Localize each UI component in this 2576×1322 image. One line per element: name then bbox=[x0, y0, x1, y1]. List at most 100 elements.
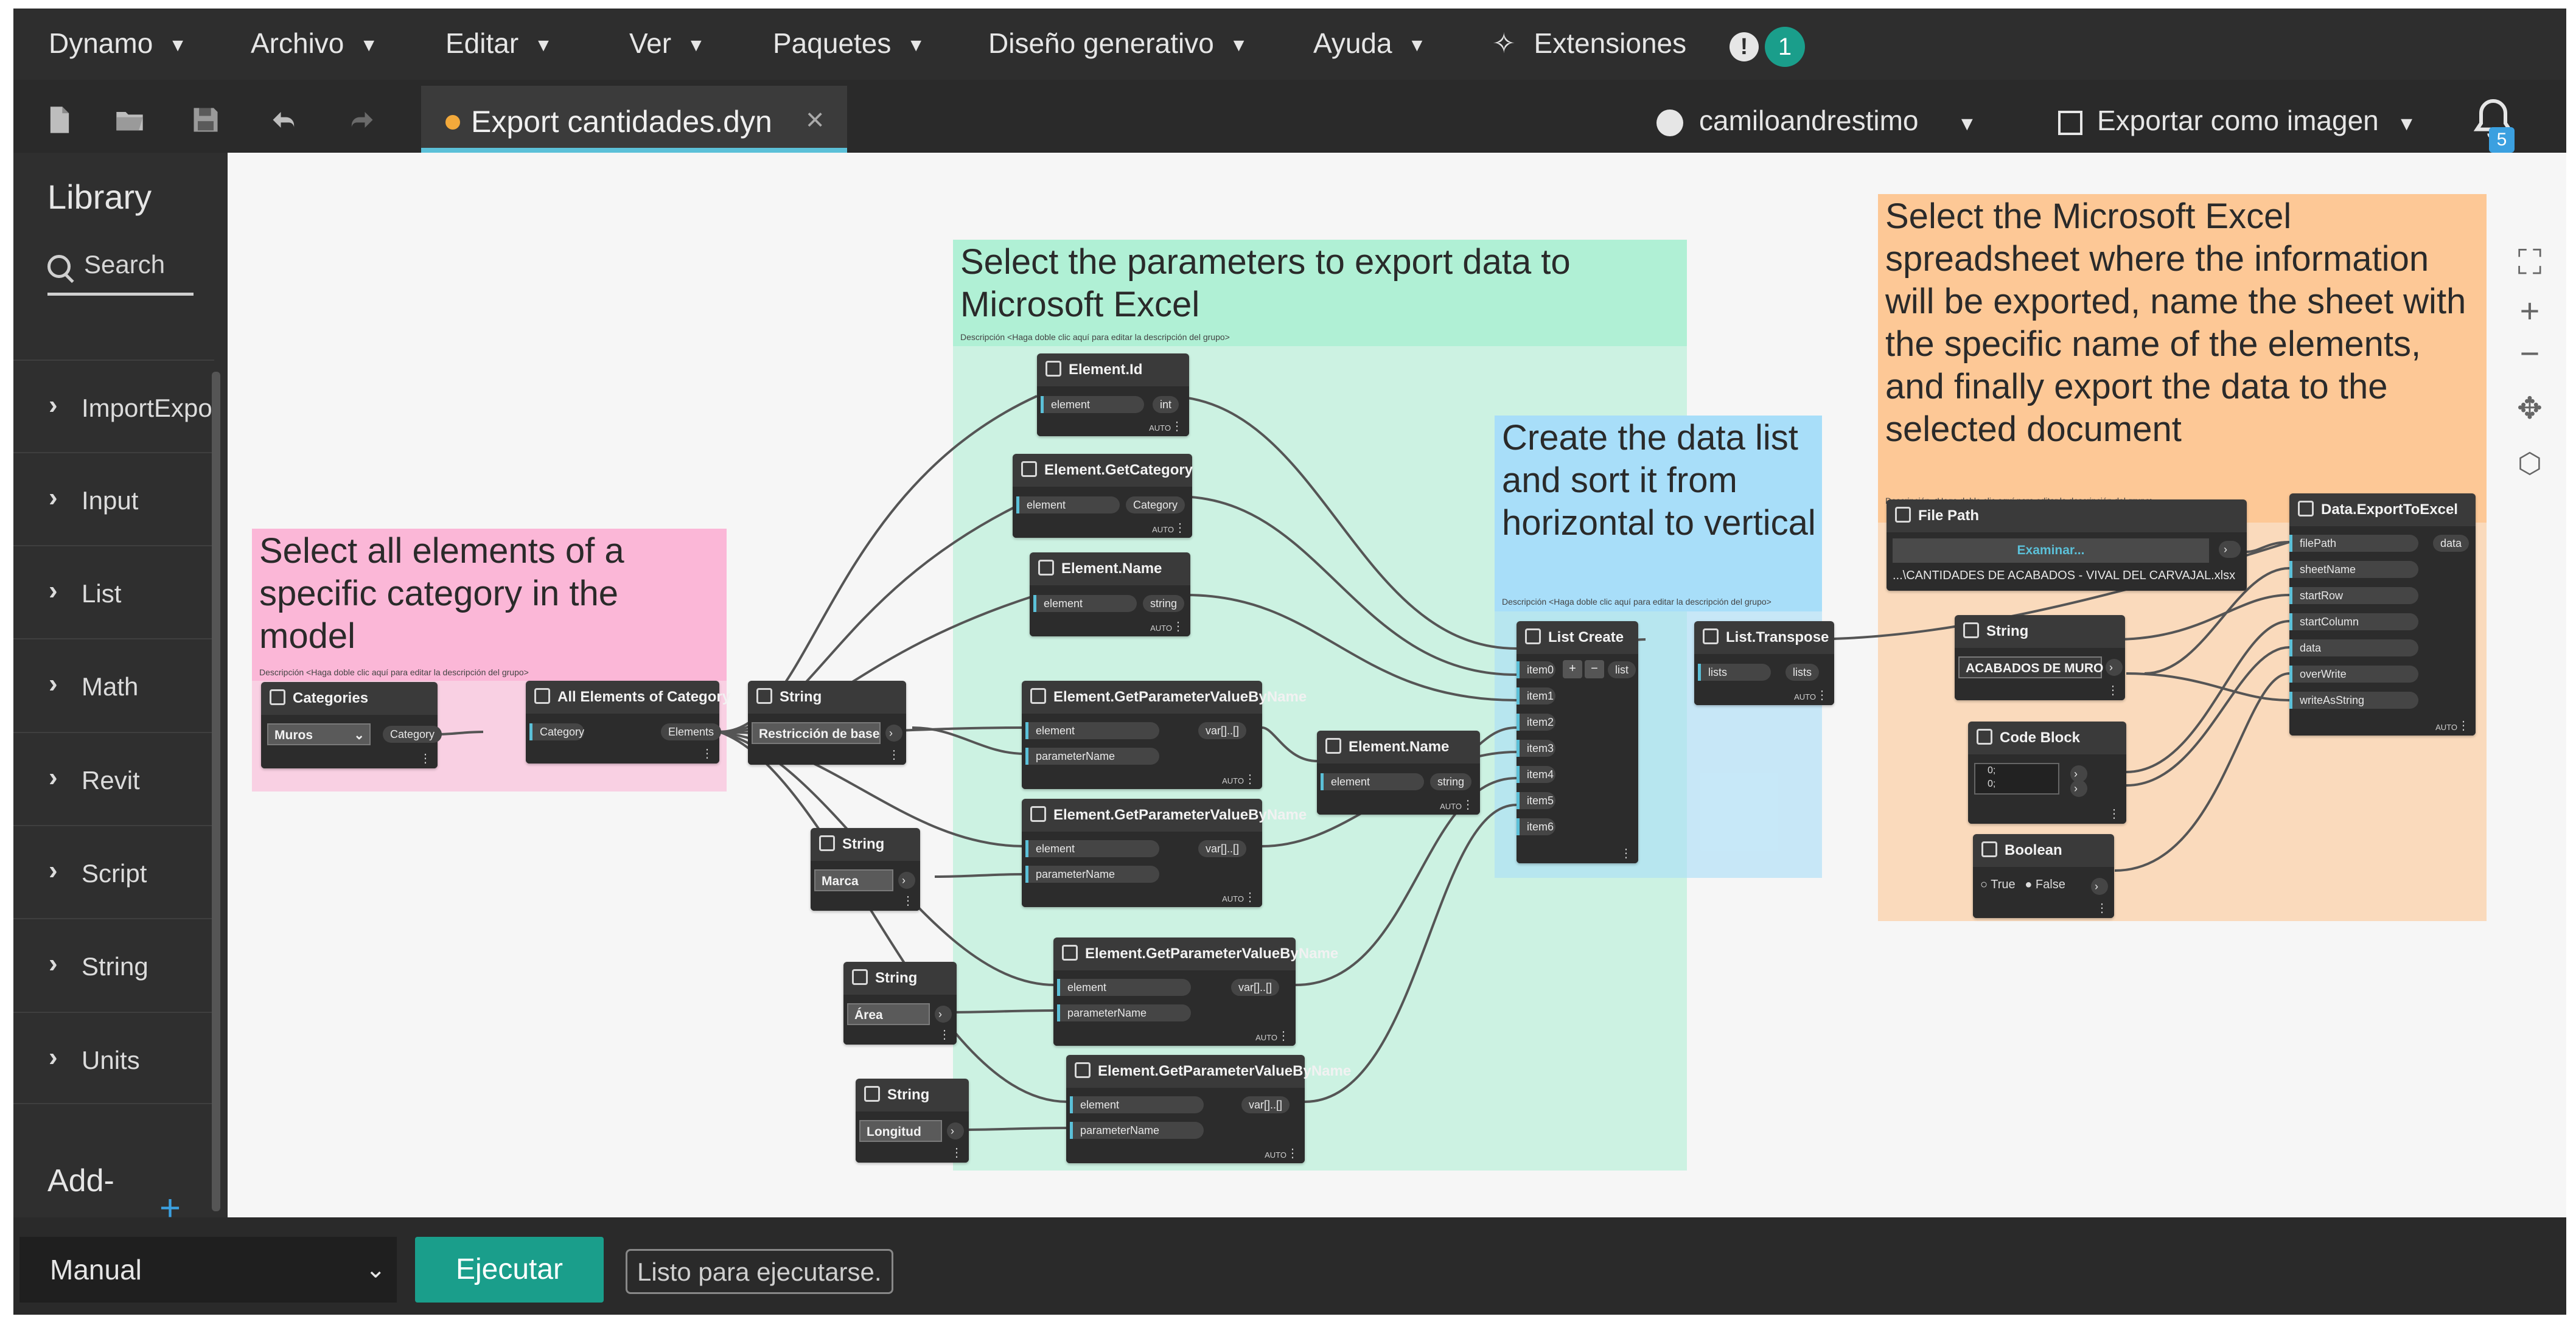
more-icon[interactable]: ⋮ bbox=[2107, 683, 2119, 698]
output-port[interactable]: › bbox=[2219, 541, 2241, 558]
user-menu[interactable]: camiloandrestimo ▼ bbox=[1656, 104, 1977, 137]
input-port[interactable]: element bbox=[1070, 1096, 1204, 1113]
input-port[interactable]: item0 bbox=[1517, 661, 1555, 678]
input-port[interactable]: item5 bbox=[1517, 792, 1555, 809]
input-port[interactable]: filePath bbox=[2289, 535, 2418, 552]
output-port[interactable]: string bbox=[1430, 773, 1472, 790]
output-port[interactable]: Category bbox=[383, 726, 442, 743]
more-icon[interactable]: ⋮ bbox=[902, 893, 914, 908]
string-input[interactable]: Restricción de base bbox=[752, 722, 881, 744]
category-dropdown[interactable]: Muros ⌄ bbox=[267, 723, 371, 745]
input-port[interactable]: writeAsString bbox=[2289, 692, 2418, 709]
output-port[interactable]: var[]..[] bbox=[1198, 840, 1247, 857]
graph-canvas[interactable]: Select all elements of a specific catego… bbox=[228, 153, 2566, 1217]
output-port[interactable]: Elements bbox=[661, 723, 722, 740]
menu-ver[interactable]: Ver ▼ bbox=[629, 27, 705, 60]
library-item-list[interactable]: › List bbox=[13, 545, 214, 638]
output-port[interactable]: Category bbox=[1126, 496, 1185, 513]
browse-button[interactable]: Examinar... bbox=[1893, 538, 2209, 563]
more-icon[interactable]: ⋮ bbox=[1171, 419, 1183, 434]
menu-archivo[interactable]: Archivo ▼ bbox=[251, 27, 378, 60]
library-item-revit[interactable]: › Revit bbox=[13, 732, 214, 824]
string-input[interactable]: Área bbox=[847, 1003, 930, 1025]
save-icon[interactable] bbox=[190, 104, 222, 136]
more-icon[interactable]: ⋮ bbox=[1244, 889, 1256, 905]
string-input[interactable]: ACABADOS DE MURO bbox=[1958, 656, 2103, 678]
node-list-create[interactable]: List Create item0 + − list item1 item2 i… bbox=[1517, 621, 1638, 863]
input-port[interactable]: startRow bbox=[2289, 587, 2418, 604]
more-icon[interactable]: ⋮ bbox=[1816, 687, 1828, 703]
input-port[interactable]: item6 bbox=[1517, 818, 1555, 835]
input-port[interactable]: lists bbox=[1698, 664, 1771, 681]
output-port[interactable]: › bbox=[947, 1122, 964, 1139]
input-port[interactable]: parameterName bbox=[1025, 866, 1159, 883]
input-port[interactable]: parameterName bbox=[1025, 748, 1159, 765]
output-port[interactable]: var[]..[] bbox=[1198, 722, 1247, 739]
more-icon[interactable]: ⋮ bbox=[888, 747, 900, 762]
more-icon[interactable]: ⋮ bbox=[2108, 806, 2120, 821]
close-icon[interactable]: × bbox=[806, 102, 824, 138]
input-port[interactable]: element bbox=[1025, 840, 1159, 857]
menu-extensiones[interactable]: ✧ Extensiones bbox=[1492, 27, 1686, 60]
file-tab[interactable]: Export cantidades.dyn × bbox=[421, 86, 847, 153]
node-string-area[interactable]: String Área › ⋮ bbox=[843, 962, 957, 1045]
export-image-button[interactable]: Exportar como imagen ▼ bbox=[2058, 104, 2416, 137]
menu-paquetes[interactable]: Paquetes ▼ bbox=[773, 27, 925, 60]
input-port[interactable]: startColumn bbox=[2289, 613, 2418, 630]
input-port[interactable]: Category bbox=[529, 723, 584, 740]
input-port[interactable]: sheetName bbox=[2289, 561, 2418, 578]
node-string-longitud[interactable]: String Longitud › ⋮ bbox=[856, 1079, 969, 1163]
more-icon[interactable]: ⋮ bbox=[1277, 1028, 1290, 1043]
library-item-script[interactable]: › Script bbox=[13, 825, 214, 917]
fit-view-icon[interactable]: ⛶ bbox=[2505, 238, 2554, 287]
output-port[interactable]: › bbox=[2106, 659, 2123, 676]
output-port[interactable]: › bbox=[885, 725, 902, 742]
more-icon[interactable]: ⋮ bbox=[1620, 846, 1632, 861]
string-input[interactable]: Marca bbox=[814, 869, 893, 891]
library-item-units[interactable]: › Units bbox=[13, 1012, 214, 1104]
node-string-marca[interactable]: String Marca › ⋮ bbox=[811, 828, 920, 911]
more-icon[interactable]: ⋮ bbox=[1244, 771, 1256, 787]
input-port[interactable]: element bbox=[1057, 979, 1191, 996]
input-port[interactable]: parameterName bbox=[1070, 1122, 1204, 1139]
node-code-block[interactable]: Code Block 0; 0; › › ⋮ bbox=[1968, 722, 2126, 824]
more-icon[interactable]: ⋮ bbox=[1286, 1146, 1299, 1161]
run-mode-select[interactable]: Manual ⌄ bbox=[19, 1237, 397, 1303]
menu-editar[interactable]: Editar ▼ bbox=[445, 27, 553, 60]
undo-icon[interactable] bbox=[269, 104, 301, 136]
more-icon[interactable]: ⋮ bbox=[419, 751, 431, 766]
output-port[interactable]: › bbox=[2070, 780, 2087, 797]
output-port[interactable]: › bbox=[935, 1006, 952, 1023]
node-element-id[interactable]: Element.Id element int AUTO ⋮ bbox=[1037, 353, 1189, 436]
open-folder-icon[interactable] bbox=[114, 104, 145, 136]
input-port[interactable]: overWrite bbox=[2289, 666, 2418, 683]
node-getparameter-3[interactable]: Element.GetParameterValueByName element … bbox=[1053, 938, 1338, 1046]
output-port[interactable]: var[]..[] bbox=[1231, 979, 1280, 996]
library-search[interactable]: Search bbox=[47, 250, 194, 296]
input-port[interactable]: data bbox=[2289, 639, 2418, 656]
output-port[interactable]: › bbox=[898, 872, 915, 889]
node-string-sheet[interactable]: String ACABADOS DE MURO › ⋮ bbox=[1955, 615, 2125, 700]
more-icon[interactable]: ⋮ bbox=[2096, 900, 2108, 916]
node-string-restriccion[interactable]: String Restricción de base › ⋮ bbox=[748, 681, 906, 765]
node-all-elements[interactable]: All Elements of Category Category Elemen… bbox=[526, 681, 730, 764]
library-scrollbar[interactable] bbox=[212, 372, 220, 1211]
node-file-path[interactable]: File Path Examinar... › ...\CANTIDADES D… bbox=[1887, 499, 2247, 591]
string-input[interactable]: Longitud bbox=[859, 1120, 942, 1142]
output-port[interactable]: data bbox=[2433, 535, 2470, 552]
menu-ayuda[interactable]: Ayuda ▼ bbox=[1313, 27, 1426, 60]
zoom-out-icon[interactable]: − bbox=[2505, 329, 2554, 378]
remove-input-button[interactable]: − bbox=[1585, 660, 1604, 678]
boolean-toggle[interactable]: ○ True ● False bbox=[1980, 878, 2065, 892]
alert-badge[interactable]: ! 1 bbox=[1730, 27, 1805, 67]
menu-dynamo[interactable]: Dynamo ▼ bbox=[49, 27, 187, 60]
node-list-transpose[interactable]: List.Transpose lists lists AUTO ⋮ bbox=[1694, 621, 1834, 705]
output-port[interactable]: int bbox=[1153, 396, 1179, 413]
library-item-math[interactable]: › Math bbox=[13, 638, 214, 731]
input-port[interactable]: parameterName bbox=[1057, 1004, 1191, 1021]
node-boolean[interactable]: Boolean ○ True ● False › ⋮ bbox=[1973, 834, 2114, 918]
node-element-name[interactable]: Element.Name element string AUTO ⋮ bbox=[1030, 552, 1190, 636]
new-file-icon[interactable] bbox=[44, 104, 75, 136]
zoom-in-icon[interactable]: + bbox=[2505, 287, 2554, 335]
input-port[interactable]: element bbox=[1321, 773, 1424, 790]
